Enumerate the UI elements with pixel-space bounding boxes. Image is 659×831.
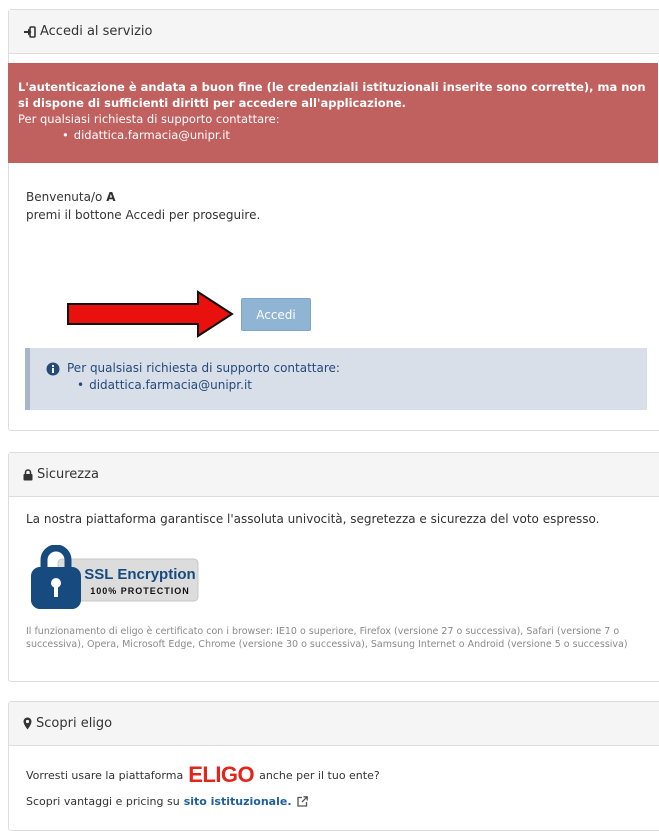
info-circle-icon (46, 362, 60, 376)
accedi-button[interactable]: Accedi (241, 298, 311, 331)
login-panel-heading: Accedi al servizio (9, 10, 659, 54)
auth-error-email: didattica.farmacia@unipr.it (62, 127, 648, 143)
login-panel-title: Accedi al servizio (40, 24, 153, 39)
discover-line-2: Scopri vantaggi e pricing su sito istitu… (26, 795, 308, 808)
support-info-alert: Per qualsiasi richiesta di supporto cont… (25, 348, 647, 410)
ssl-badge: SSL Encryption 100% PROTECTION (28, 544, 202, 614)
discover-line-1-suffix: anche per il tuo ente? (259, 768, 380, 782)
support-info-email: didattica.farmacia@unipr.it (77, 377, 647, 394)
welcome-message: Benvenuta/o A premi il bottone Accedi pe… (26, 188, 260, 224)
security-panel-heading: Sicurezza (9, 453, 659, 497)
map-marker-icon (23, 717, 32, 730)
external-link-icon[interactable] (296, 796, 308, 807)
auth-error-support-text: Per qualsiasi richiesta di supporto cont… (18, 112, 280, 126)
lock-icon (23, 468, 33, 481)
auth-error-message: L'autenticazione è andata a buon fine (l… (18, 80, 646, 110)
discover-panel-heading: Scopri eligo (9, 702, 659, 746)
sign-in-icon (23, 25, 36, 38)
welcome-instruction: premi il bottone Accedi per proseguire. (26, 208, 261, 222)
ssl-badge-subtitle: 100% PROTECTION (90, 586, 190, 596)
support-info-text: Per qualsiasi richiesta di supporto cont… (67, 361, 340, 375)
security-panel-title: Sicurezza (37, 467, 99, 482)
annotation-arrow-icon (66, 290, 236, 341)
discover-line-1-prefix: Vorresti usare la piattaforma (26, 768, 184, 782)
ssl-badge-title: SSL Encryption (84, 566, 195, 583)
discover-line-2-prefix: Scopri vantaggi e pricing su (26, 795, 180, 808)
user-name: A (106, 190, 116, 204)
institutional-site-link[interactable]: sito istituzionale. (184, 795, 292, 808)
browser-compatibility-text: Il funzionamento di eligo è certificato … (26, 626, 628, 650)
discover-panel-title: Scopri eligo (36, 716, 113, 731)
discover-line-1: Vorresti usare la piattaforma ELIGO anch… (26, 762, 380, 788)
auth-error-alert: L'autenticazione è andata a buon fine (l… (8, 63, 658, 163)
welcome-prefix: Benvenuta/o (26, 190, 103, 204)
security-description: La nostra piattaforma garantisce l'assol… (26, 512, 600, 526)
eligo-logo: ELIGO (188, 762, 255, 787)
